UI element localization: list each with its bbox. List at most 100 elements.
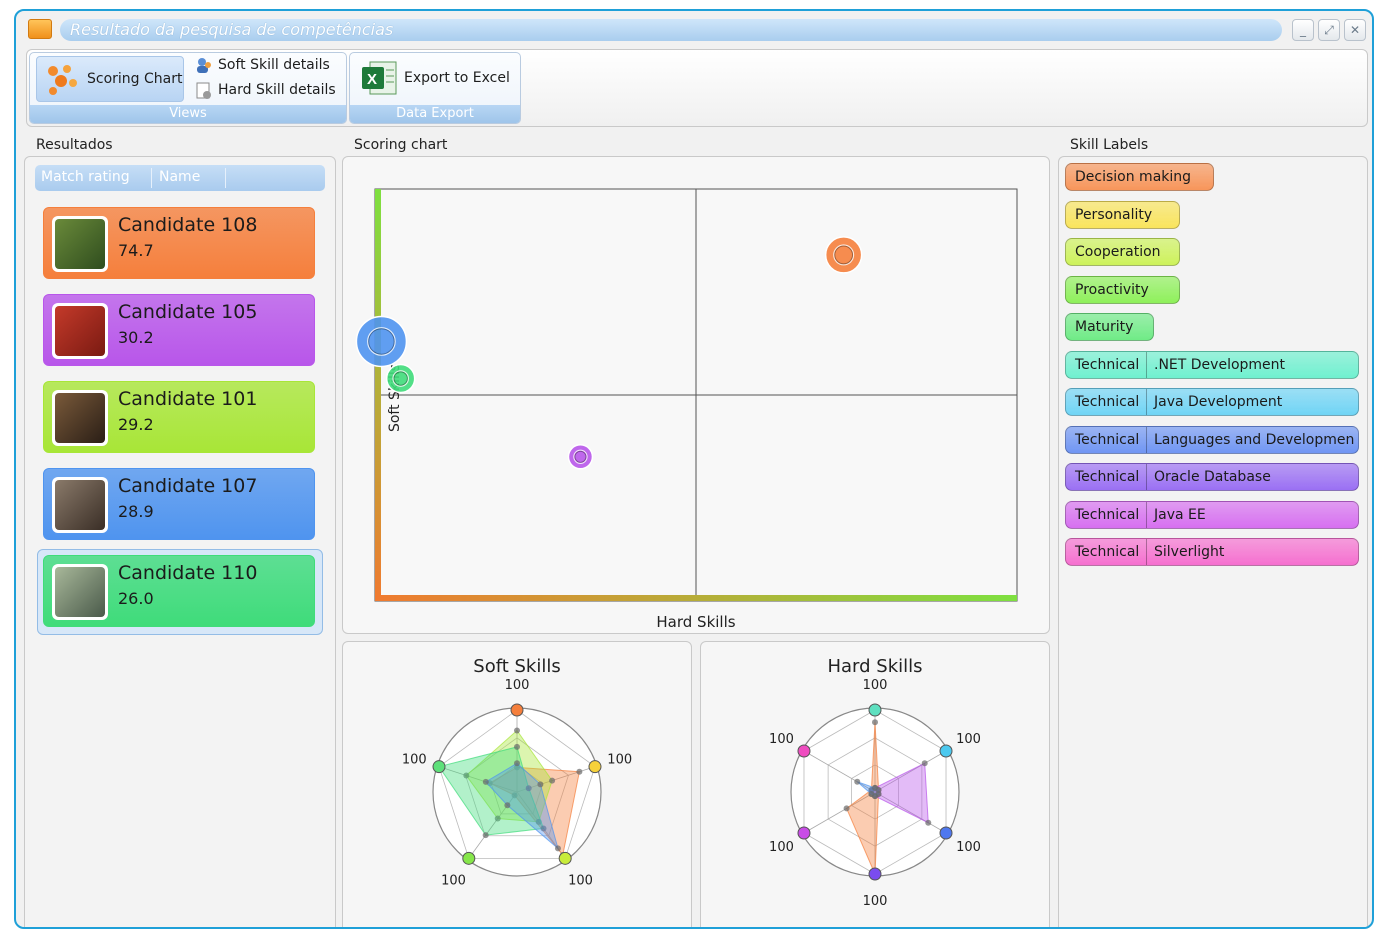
hard-skills-radar-panel: Hard Skills 100 100 100 100 100 100 [700, 641, 1050, 927]
export-excel-label: Export to Excel [404, 70, 510, 86]
close-button[interactable]: ✕ [1344, 19, 1366, 41]
results-title: Resultados [36, 137, 113, 153]
skill-name: Silverlight [1154, 544, 1225, 560]
radar-series-point [872, 719, 878, 726]
skill-label[interactable]: Technical Java Development [1065, 388, 1359, 416]
skill-separator [1146, 464, 1147, 490]
window-title: Resultado da pesquisa de competências [70, 20, 394, 39]
skill-name: Java Development [1154, 394, 1283, 410]
radar-axis-label: 100 [568, 873, 593, 888]
radar-axis-marker [939, 826, 953, 840]
radar-series-point [482, 778, 489, 785]
skill-label[interactable]: Technical .NET Development [1065, 350, 1359, 379]
soft-skill-details-label: Soft Skill details [218, 57, 330, 73]
skill-category: Technical [1075, 356, 1140, 373]
skill-label[interactable]: Proactivity [1065, 275, 1180, 304]
candidate-score: 30.2 [118, 328, 154, 347]
x-axis-gradient [375, 595, 1017, 601]
radar-axis-label: 100 [863, 678, 888, 693]
scoring-chart-icon [48, 65, 77, 95]
skill-label[interactable]: Technical Languages and Developmen [1065, 425, 1359, 454]
radar-axis-label: 100 [769, 732, 794, 747]
skill-category: Technical [1075, 544, 1140, 560]
skill-name: Java EE [1154, 506, 1206, 523]
radar-axis-label: 100 [863, 894, 888, 909]
radar-series-point [504, 802, 511, 809]
export-group: X Export to Excel Data Export [349, 52, 521, 124]
minimize-button[interactable]: _ [1292, 19, 1314, 41]
restore-button[interactable]: ⤢ [1318, 19, 1340, 41]
skill-name: .NET Development [1154, 356, 1286, 373]
radar-axis-label: 100 [505, 678, 530, 693]
radar-series-point [554, 845, 561, 852]
candidate-score: 29.2 [118, 415, 154, 434]
skill-name: Maturity [1075, 319, 1134, 335]
skill-separator [1146, 426, 1147, 453]
candidate-card[interactable]: Candidate 108 74.7 [43, 207, 315, 279]
results-panel: Match rating Name Candidate 108 74.7 Candi… [24, 156, 336, 927]
radar-axis-label: 100 [769, 840, 794, 855]
export-group-label: Data Export [350, 105, 520, 123]
candidate-score: 28.9 [118, 502, 154, 521]
excel-icon: X [362, 61, 397, 95]
candidate-point [567, 444, 594, 470]
ribbon: Scoring Chart Soft Skill details Hard Sk… [26, 49, 1368, 127]
radar-series-point [514, 743, 520, 750]
candidate-photo [52, 477, 108, 533]
column-name[interactable]: Name [159, 169, 200, 185]
skill-label[interactable]: Maturity [1065, 313, 1154, 341]
radar-axis-marker [868, 703, 882, 717]
export-excel-button[interactable]: X Export to Excel [358, 58, 518, 100]
candidate-point [824, 236, 863, 274]
skill-separator [1146, 539, 1147, 565]
x-axis-label: Hard Skills [656, 613, 735, 631]
candidate-score: 26.0 [118, 589, 154, 608]
radar-series-point [868, 791, 875, 798]
skill-category: Technical [1075, 394, 1140, 410]
scoring-chart-title: Scoring chart [354, 137, 448, 153]
skill-name: Decision making [1075, 169, 1192, 185]
radar-series-point [514, 727, 520, 734]
skill-separator [1146, 389, 1147, 415]
skill-category: Technical [1075, 431, 1140, 448]
skill-label[interactable]: Technical Silverlight [1065, 538, 1359, 566]
candidate-card[interactable]: Candidate 107 28.9 [43, 468, 315, 540]
skill-name: Cooperation [1075, 244, 1161, 260]
title-pill: Resultado da pesquisa de competências [60, 19, 1282, 41]
scoring-chart-panel: Hard Skills Soft Skills [342, 156, 1050, 634]
radar-series-point [482, 832, 489, 839]
app-window: Resultado da pesquisa de competências _ … [14, 9, 1374, 929]
radar-axis-label: 100 [956, 732, 981, 747]
radar-series-point [854, 778, 861, 785]
radar-axis-marker [939, 744, 953, 758]
candidate-card[interactable]: Candidate 101 29.2 [43, 381, 315, 453]
candidate-name: Candidate 110 [118, 562, 258, 584]
skill-label[interactable]: Personality [1065, 200, 1180, 229]
soft-skill-details-button[interactable]: Soft Skill details [194, 55, 344, 77]
column-match-rating[interactable]: Match rating [41, 169, 130, 185]
skill-labels-title: Skill Labels [1070, 137, 1149, 153]
skill-label[interactable]: Cooperation [1065, 238, 1180, 266]
radar-axis-marker [797, 744, 811, 758]
candidate-score: 74.7 [118, 241, 154, 260]
title-bar[interactable]: Resultado da pesquisa de competências _ … [26, 17, 1366, 43]
y-axis-gradient [375, 189, 381, 601]
soft-skills-radar-chart: 100 100 100 100 100 [402, 678, 632, 888]
skill-name: Oracle Database [1154, 469, 1271, 485]
skill-label[interactable]: Decision making [1065, 163, 1214, 191]
radar-axis-label: 100 [402, 753, 427, 768]
views-group: Scoring Chart Soft Skill details Hard Sk… [29, 52, 347, 124]
scoring-chart-button[interactable]: Scoring Chart [36, 56, 184, 102]
skill-label[interactable]: Technical Oracle Database [1065, 463, 1359, 491]
candidate-card[interactable]: Candidate 110 26.0 [43, 555, 315, 627]
column-separator [151, 168, 152, 188]
hard-skill-details-button[interactable]: Hard Skill details [194, 80, 344, 102]
radar-series-point [514, 760, 520, 767]
skill-label[interactable]: Technical Java EE [1065, 500, 1359, 529]
svg-text:X: X [367, 71, 377, 88]
candidate-name: Candidate 101 [118, 388, 258, 410]
candidate-name: Candidate 105 [118, 301, 258, 323]
skill-separator [1146, 501, 1147, 528]
candidate-card[interactable]: Candidate 105 30.2 [43, 294, 315, 366]
radar-axis-label: 100 [441, 873, 466, 888]
